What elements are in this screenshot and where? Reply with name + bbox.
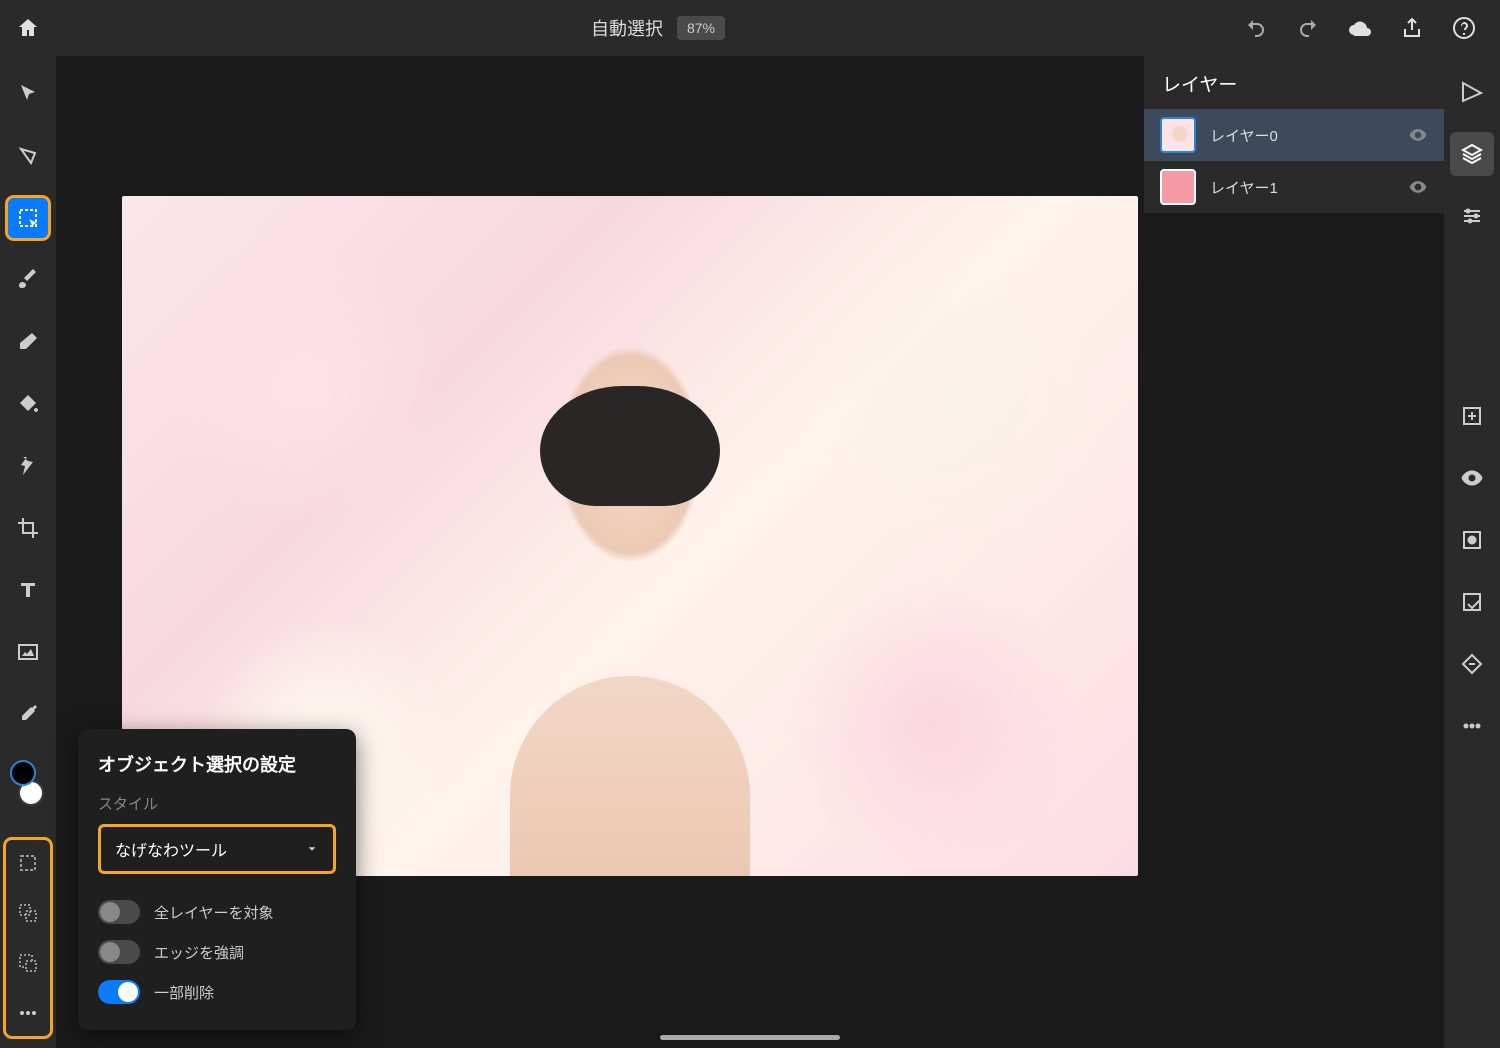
visibility-icon[interactable] bbox=[1408, 125, 1428, 145]
cloud-icon[interactable] bbox=[1348, 16, 1372, 40]
layer-thumbnail bbox=[1160, 169, 1196, 205]
subtract-toggle[interactable] bbox=[98, 980, 140, 1004]
style-label: スタイル bbox=[98, 793, 336, 814]
crop-tool[interactable] bbox=[8, 508, 48, 548]
properties-icon[interactable] bbox=[1450, 70, 1494, 114]
transform-tool[interactable] bbox=[8, 136, 48, 176]
edge-enhance-toggle[interactable] bbox=[98, 940, 140, 964]
layer-thumbnail bbox=[1160, 117, 1196, 153]
visibility-rail-icon[interactable] bbox=[1450, 456, 1494, 500]
selection-sub-tools bbox=[6, 840, 50, 1036]
subtract-select-tool[interactable] bbox=[8, 946, 48, 980]
layer-name: レイヤー0 bbox=[1210, 125, 1394, 146]
layer-row[interactable]: レイヤー1 bbox=[1144, 161, 1444, 213]
move-tool[interactable] bbox=[8, 74, 48, 114]
dropdown-value: なげなわツール bbox=[115, 837, 227, 861]
home-indicator bbox=[660, 1035, 840, 1040]
text-tool[interactable] bbox=[8, 570, 48, 610]
place-image-tool[interactable] bbox=[8, 632, 48, 672]
help-icon[interactable] bbox=[1452, 16, 1476, 40]
more-rail-icon[interactable] bbox=[1450, 704, 1494, 748]
all-layers-toggle[interactable] bbox=[98, 900, 140, 924]
left-toolbar bbox=[0, 56, 56, 1048]
eyedropper-tool[interactable] bbox=[8, 694, 48, 734]
rect-select-tool[interactable] bbox=[8, 846, 48, 880]
add-layer-icon[interactable] bbox=[1450, 394, 1494, 438]
toggle-row: 一部削除 bbox=[98, 972, 336, 1012]
layers-panel: レイヤー レイヤー0 レイヤー1 bbox=[1144, 56, 1444, 213]
layer-row[interactable]: レイヤー0 bbox=[1144, 109, 1444, 161]
selection-tool[interactable] bbox=[8, 198, 48, 238]
share-icon[interactable] bbox=[1400, 16, 1424, 40]
right-rail bbox=[1444, 56, 1500, 1048]
zoom-badge[interactable]: 87% bbox=[677, 16, 725, 40]
style-dropdown[interactable]: なげなわツール bbox=[98, 824, 336, 874]
toggle-label: エッジを強調 bbox=[154, 942, 244, 963]
tool-name: 自動選択 bbox=[591, 15, 663, 41]
healing-tool[interactable] bbox=[8, 446, 48, 486]
toggle-label: 一部削除 bbox=[154, 982, 214, 1003]
add-select-tool[interactable] bbox=[8, 896, 48, 930]
fill-tool[interactable] bbox=[8, 384, 48, 424]
undo-icon[interactable] bbox=[1244, 16, 1268, 40]
more-tools[interactable] bbox=[8, 996, 48, 1030]
layers-panel-title: レイヤー bbox=[1144, 56, 1444, 109]
adjustments-icon[interactable] bbox=[1450, 194, 1494, 238]
eraser-tool[interactable] bbox=[8, 322, 48, 362]
topbar: 自動選択 87% bbox=[0, 0, 1500, 56]
selection-settings-popover: オブジェクト選択の設定 スタイル なげなわツール 全レイヤーを対象 エッジを強調… bbox=[78, 729, 356, 1030]
layer-name: レイヤー1 bbox=[1210, 177, 1394, 198]
color-swatches[interactable] bbox=[10, 760, 46, 806]
toggle-row: 全レイヤーを対象 bbox=[98, 892, 336, 932]
redo-icon[interactable] bbox=[1296, 16, 1320, 40]
popover-title: オブジェクト選択の設定 bbox=[98, 751, 336, 777]
home-icon[interactable] bbox=[16, 16, 40, 40]
brush-tool[interactable] bbox=[8, 260, 48, 300]
foreground-color[interactable] bbox=[10, 760, 36, 786]
chevron-down-icon bbox=[305, 842, 319, 856]
clip-icon[interactable] bbox=[1450, 580, 1494, 624]
toggle-label: 全レイヤーを対象 bbox=[154, 902, 274, 923]
delete-icon[interactable] bbox=[1450, 642, 1494, 686]
mask-icon[interactable] bbox=[1450, 518, 1494, 562]
toggle-row: エッジを強調 bbox=[98, 932, 336, 972]
layers-icon[interactable] bbox=[1450, 132, 1494, 176]
visibility-icon[interactable] bbox=[1408, 177, 1428, 197]
